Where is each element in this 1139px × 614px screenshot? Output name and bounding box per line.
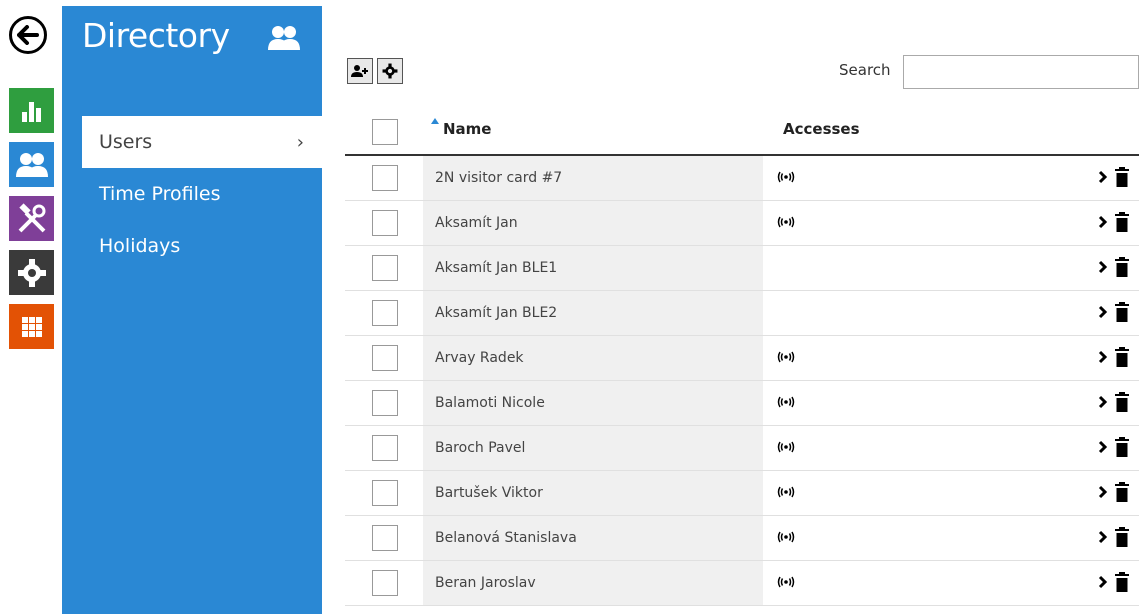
trash-icon[interactable] — [1115, 302, 1129, 322]
row-checkbox[interactable] — [372, 345, 398, 371]
user-name: Aksamít Jan — [423, 201, 763, 245]
trash-icon[interactable] — [1115, 167, 1129, 187]
rfid-card-icon — [777, 531, 795, 543]
user-name: Arvay Radek — [423, 336, 763, 380]
sidebar-item-label: Users — [99, 131, 153, 153]
trash-icon[interactable] — [1115, 527, 1129, 547]
table-header: Name Accesses — [345, 110, 1139, 156]
rfid-card-icon — [777, 216, 795, 228]
chevron-right-icon: › — [296, 131, 304, 153]
grid-icon — [21, 316, 42, 337]
user-name: Aksamít Jan BLE2 — [423, 291, 763, 335]
arrow-left-icon — [17, 25, 39, 45]
sidebar-item-time-profiles[interactable]: Time Profiles — [82, 168, 322, 220]
row-checkbox[interactable] — [372, 300, 398, 326]
row-checkbox[interactable] — [372, 210, 398, 236]
trash-icon[interactable] — [1115, 572, 1129, 592]
row-checkbox[interactable] — [372, 255, 398, 281]
table-row[interactable]: Beran Jaroslav — [345, 561, 1139, 606]
table-row[interactable]: Aksamít Jan BLE2 — [345, 291, 1139, 336]
column-header-accesses: Accesses — [783, 120, 860, 138]
row-checkbox[interactable] — [372, 480, 398, 506]
table-row[interactable]: Bartušek Viktor — [345, 471, 1139, 516]
add-user-icon — [351, 65, 368, 77]
trash-icon[interactable] — [1115, 482, 1129, 502]
chevron-right-icon[interactable] — [1098, 575, 1108, 589]
directory-panel: Directory Users › Time Profiles Holidays — [62, 6, 322, 614]
user-name: Belanová Stanislava — [423, 516, 763, 560]
chevron-right-icon[interactable] — [1098, 170, 1108, 184]
panel-title: Directory — [82, 16, 230, 55]
rail-services-button[interactable] — [9, 196, 54, 241]
user-name: Beran Jaroslav — [423, 561, 763, 605]
chevron-right-icon[interactable] — [1098, 395, 1108, 409]
users-icon — [15, 152, 48, 177]
rfid-card-icon — [777, 171, 795, 183]
table-row[interactable]: Balamoti Nicole — [345, 381, 1139, 426]
row-checkbox[interactable] — [372, 390, 398, 416]
chevron-right-icon[interactable] — [1098, 260, 1108, 274]
back-button[interactable] — [9, 16, 47, 54]
search-label: Search — [839, 61, 891, 79]
trash-icon[interactable] — [1115, 257, 1129, 277]
rfid-card-icon — [777, 396, 795, 408]
trash-icon[interactable] — [1115, 437, 1129, 457]
chevron-right-icon[interactable] — [1098, 350, 1108, 364]
user-name: Aksamít Jan BLE1 — [423, 246, 763, 290]
user-name: Baroch Pavel — [423, 426, 763, 470]
user-name: Balamoti Nicole — [423, 381, 763, 425]
rail-directory-button[interactable] — [9, 142, 54, 187]
rfid-card-icon — [777, 351, 795, 363]
table-row[interactable]: Aksamít Jan BLE1 — [345, 246, 1139, 291]
chevron-right-icon[interactable] — [1098, 305, 1108, 319]
users-icon — [266, 24, 302, 56]
table-row[interactable]: 2N visitor card #7 — [345, 156, 1139, 201]
user-name: Bartušek Viktor — [423, 471, 763, 515]
rail-hardware-button[interactable] — [9, 250, 54, 295]
chevron-right-icon[interactable] — [1098, 440, 1108, 454]
search-input[interactable] — [903, 55, 1139, 89]
main-content: Search Name Accesses 2N visitor card #7 A… — [345, 0, 1139, 614]
users-table-body: 2N visitor card #7 Aksamít Jan Aksamít Jan… — [345, 156, 1139, 606]
table-row[interactable]: Belanová Stanislava — [345, 516, 1139, 561]
row-checkbox[interactable] — [372, 165, 398, 191]
gear-icon — [382, 63, 398, 79]
bar-chart-icon — [21, 101, 41, 122]
user-name: 2N visitor card #7 — [423, 156, 763, 200]
gear-icon — [17, 258, 46, 287]
sidebar-item-label: Time Profiles — [99, 183, 221, 205]
table-row[interactable]: Baroch Pavel — [345, 426, 1139, 471]
chevron-right-icon[interactable] — [1098, 485, 1108, 499]
rail-status-button[interactable] — [9, 88, 54, 133]
sidebar-item-users[interactable]: Users › — [82, 116, 322, 168]
rfid-card-icon — [777, 441, 795, 453]
row-checkbox[interactable] — [372, 525, 398, 551]
select-all-checkbox[interactable] — [372, 119, 398, 145]
rfid-card-icon — [777, 576, 795, 588]
tools-icon — [18, 202, 45, 232]
chevron-right-icon[interactable] — [1098, 215, 1108, 229]
row-checkbox[interactable] — [372, 570, 398, 596]
sort-ascending-icon[interactable] — [431, 118, 439, 124]
table-row[interactable]: Aksamít Jan — [345, 201, 1139, 246]
sidebar-item-label: Holidays — [99, 235, 181, 257]
left-rail — [0, 0, 62, 614]
table-row[interactable]: Arvay Radek — [345, 336, 1139, 381]
chevron-right-icon[interactable] — [1098, 530, 1108, 544]
trash-icon[interactable] — [1115, 212, 1129, 232]
column-header-name[interactable]: Name — [443, 120, 491, 138]
trash-icon[interactable] — [1115, 347, 1129, 367]
sidebar-item-holidays[interactable]: Holidays — [82, 220, 322, 272]
rfid-card-icon — [777, 486, 795, 498]
row-checkbox[interactable] — [372, 435, 398, 461]
settings-button[interactable] — [377, 58, 403, 84]
add-user-button[interactable] — [347, 58, 373, 84]
trash-icon[interactable] — [1115, 392, 1129, 412]
rail-system-button[interactable] — [9, 304, 54, 349]
